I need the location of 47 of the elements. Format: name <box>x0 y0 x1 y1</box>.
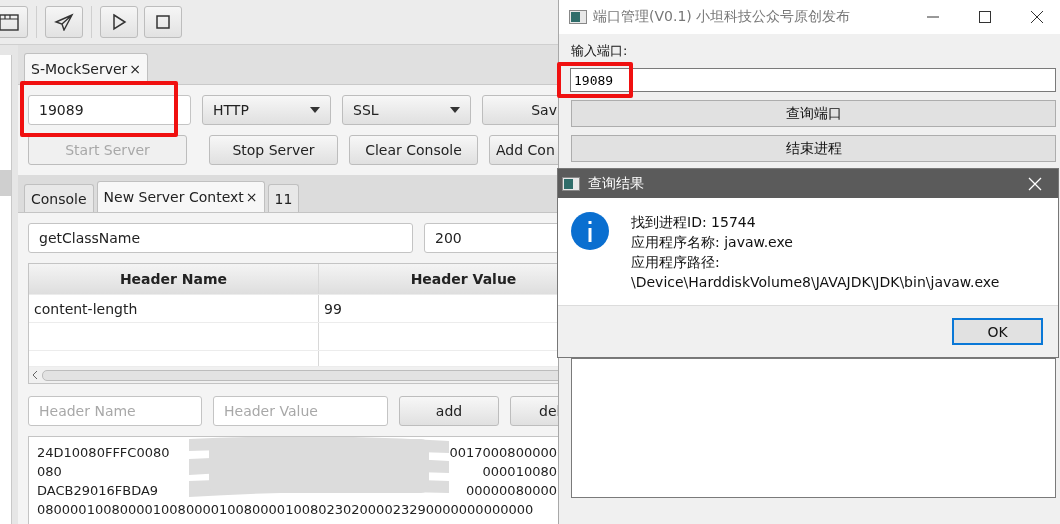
console-text: DACB29016FBDA9 <box>37 482 159 500</box>
ok-button[interactable]: OK <box>952 318 1043 345</box>
caret-icon <box>450 107 460 113</box>
protocol-dropdown[interactable]: HTTP <box>202 95 331 125</box>
close-icon[interactable]: × <box>129 61 142 77</box>
console-text: 000010080 <box>482 463 557 481</box>
port-input[interactable]: 19089 <box>570 68 1056 92</box>
message-text: 应用程序名称: javaw.exe <box>631 233 794 252</box>
button[interactable]: 结束进程 <box>571 135 1056 162</box>
status-field[interactable]: 200 <box>424 223 560 253</box>
button[interactable]: Stop Server <box>209 135 338 165</box>
button[interactable]: Clear Console <box>349 135 478 165</box>
console-text: 080 <box>37 463 62 481</box>
stop-icon[interactable] <box>144 6 182 38</box>
button[interactable]: Add Con <box>489 135 560 165</box>
horizontal-scrollbar[interactable] <box>29 367 560 383</box>
close-icon[interactable] <box>1028 176 1042 191</box>
console-text: 080000100800001008000010080000100802302000023290000000000000 <box>37 501 534 519</box>
port-label: 输入端口: <box>571 42 629 60</box>
play-icon[interactable] <box>100 6 138 38</box>
button[interactable]: 查询端口 <box>571 100 1056 127</box>
close-icon[interactable]: × <box>245 189 258 205</box>
tab[interactable]: 11 <box>267 184 300 212</box>
app-icon <box>562 176 580 191</box>
console-text: 00000080000 <box>466 482 557 500</box>
send-icon[interactable] <box>45 6 83 38</box>
table-cell: content-length <box>29 295 319 322</box>
scroll-left-icon[interactable] <box>32 370 38 380</box>
port-field[interactable]: 19089 <box>28 95 191 125</box>
info-icon <box>571 212 609 250</box>
save-button[interactable]: Sav <box>482 95 560 125</box>
console-text: 0017000800000 <box>449 444 557 462</box>
window-icon[interactable] <box>0 6 28 38</box>
app-icon <box>569 10 587 24</box>
message-text: 应用程序路径: <box>631 253 721 272</box>
tab[interactable]: New Server Context× <box>96 181 265 212</box>
window-title: 端口管理(V0.1) 小坦科技公众号原创发布 <box>593 8 852 26</box>
message-text: 找到进程ID: 15744 <box>631 213 757 232</box>
tab[interactable]: Console <box>24 184 94 212</box>
ssl-dropdown[interactable]: SSL <box>342 95 471 125</box>
add-button[interactable]: add <box>399 396 499 426</box>
caret-icon <box>310 107 320 113</box>
path-field[interactable]: getClassName <box>28 223 413 253</box>
column-header[interactable]: Header Name <box>29 264 319 294</box>
dialog-title: 查询结果 <box>588 174 645 193</box>
console-text: 24D10080FFFC0080 <box>37 444 170 462</box>
message-text: \Device\HarddiskVolume8\JAVAJDK\JDK\bin\javaw.exe <box>631 273 1000 292</box>
